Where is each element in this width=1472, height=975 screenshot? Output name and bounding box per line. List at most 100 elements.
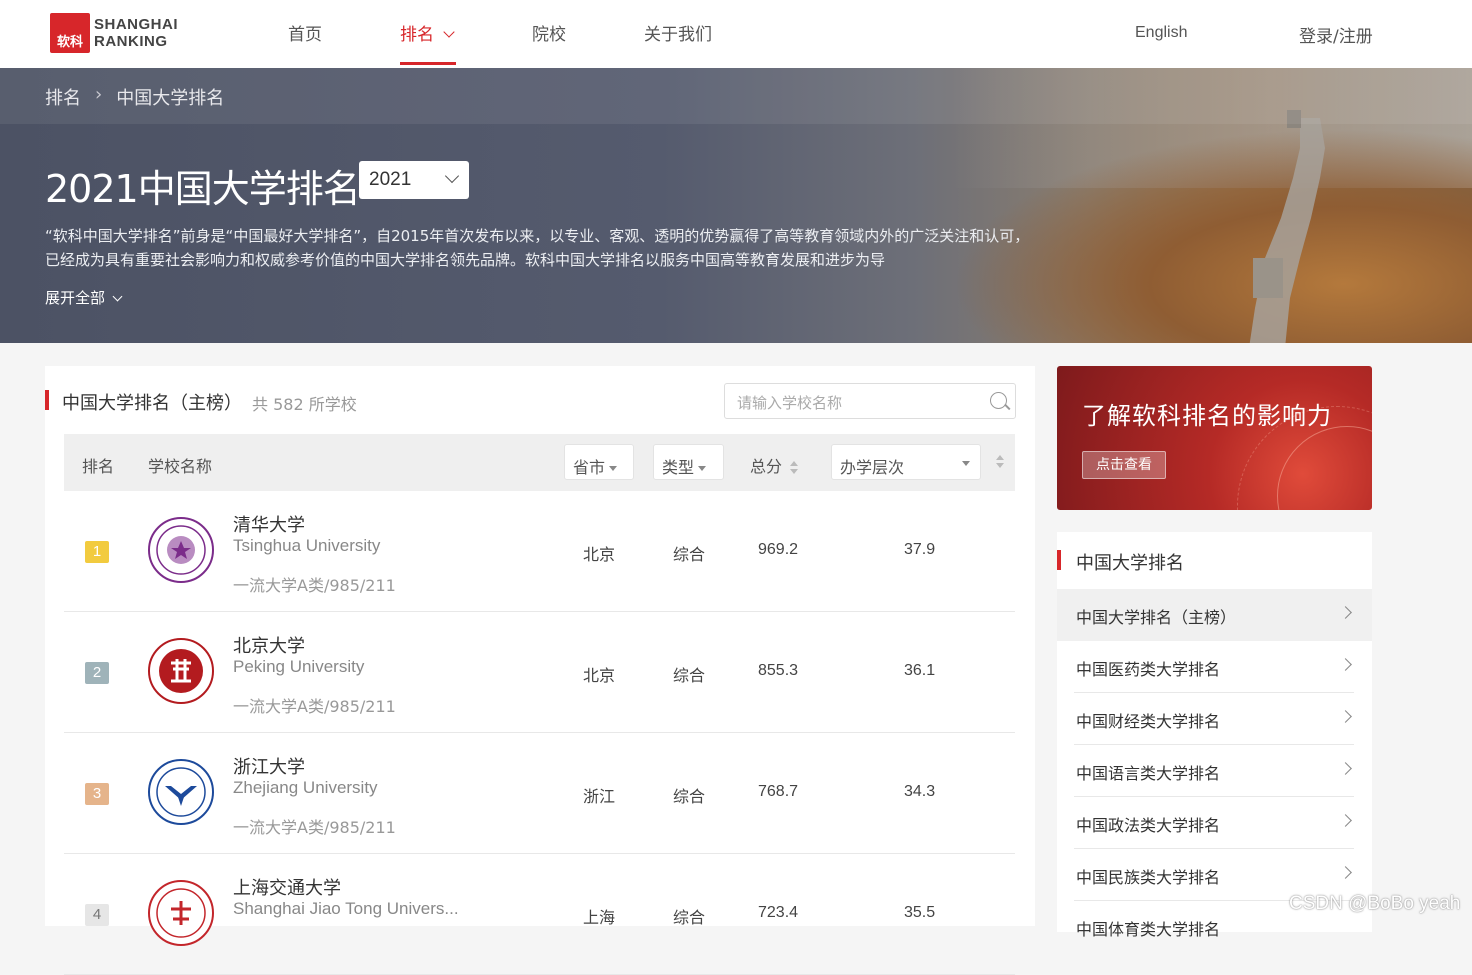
year-select[interactable]: 2021: [359, 161, 469, 199]
login-register-link[interactable]: 登录/注册: [1299, 22, 1373, 47]
rank-badge: 3: [85, 783, 109, 805]
province-filter[interactable]: 省市: [564, 444, 634, 480]
nav-ranking-label: 排名: [400, 25, 434, 45]
csdn-watermark: CSDN @BoBo yeah: [1289, 893, 1461, 914]
nav-about-us[interactable]: 关于我们: [644, 20, 712, 45]
expand-all-label: 展开全部: [45, 289, 106, 307]
type-cell: 综合: [673, 787, 706, 806]
view-details-button[interactable]: 点击查看: [1082, 451, 1166, 479]
chevron-right-icon: [1339, 762, 1352, 775]
breadcrumb-current: 中国大学排名: [116, 88, 225, 109]
score-cell: 855.3: [758, 662, 799, 679]
chevron-right-icon: [1339, 866, 1352, 879]
province-cell: 上海: [583, 908, 616, 927]
ranking-title: 中国大学排名（主榜）: [62, 393, 242, 414]
school-name-cn[interactable]: 北京大学: [233, 632, 305, 658]
nav-universities[interactable]: 院校: [532, 20, 566, 45]
breadcrumb: 排名 › 中国大学排名: [45, 84, 224, 110]
school-name-en[interactable]: Shanghai Jiao Tong Univers...: [233, 899, 459, 919]
school-name-cn[interactable]: 上海交通大学: [233, 874, 341, 900]
ranking-card: 中国大学排名（主榜） 共 582 所学校 请输入学校名称 排名 学校名称 省市 …: [45, 366, 1035, 975]
score-cell: 723.4: [758, 904, 799, 921]
school-tags: 一流大学A类/985/211: [233, 697, 396, 716]
language-switch[interactable]: English: [1135, 24, 1187, 42]
sidebar-item-main-ranking[interactable]: 中国大学排名（主榜）: [1057, 589, 1372, 641]
school-name-en[interactable]: Peking University: [233, 657, 364, 677]
logo-line-2: RANKING: [94, 33, 168, 50]
logo-line-1: SHANGHAI: [94, 16, 179, 33]
section-accent-bar: [1057, 550, 1061, 570]
caret-down-icon: [962, 461, 970, 466]
level-filter-label: 办学层次: [840, 458, 905, 477]
school-search-input[interactable]: 请输入学校名称: [724, 383, 1016, 419]
chevron-right-icon: [1339, 710, 1352, 723]
school-name-cn[interactable]: 浙江大学: [233, 753, 305, 779]
rank-badge: 1: [85, 541, 109, 563]
type-cell: 综合: [673, 666, 706, 685]
school-name-cn[interactable]: 清华大学: [233, 511, 305, 537]
search-placeholder: 请输入学校名称: [737, 394, 843, 412]
sidebar-item-finance[interactable]: 中国财经类大学排名: [1057, 693, 1372, 745]
type-filter-label: 类型: [662, 458, 695, 477]
rank-badge: 4: [85, 904, 109, 926]
table-row[interactable]: 1 清华大学 Tsinghua University 一流大学A类/985/21…: [64, 491, 1015, 612]
breadcrumb-ranking[interactable]: 排名: [45, 84, 81, 110]
score-sort[interactable]: 总分: [750, 453, 799, 477]
level-cell: 34.3: [904, 783, 936, 800]
table-row[interactable]: 2 北京大学 Peking University 一流大学A类/985/211 …: [64, 612, 1015, 733]
table-row[interactable]: 4 上海交通大学 Shanghai Jiao Tong Univers... 上…: [64, 854, 1015, 975]
chevron-right-icon: ›: [95, 84, 103, 105]
level-sort-icon[interactable]: [996, 455, 1004, 469]
chevron-down-icon: [112, 291, 123, 302]
page-banner: 排名 › 中国大学排名 2021中国大学排名 2021 “软科中国大学排名”前身…: [0, 68, 1472, 343]
level-filter[interactable]: 办学层次: [831, 444, 981, 480]
zhejiang-emblem-icon: [148, 759, 214, 825]
great-wall-illustration: [1249, 110, 1325, 343]
sidebar-item-law[interactable]: 中国政法类大学排名: [1057, 797, 1372, 849]
level-cell: 37.9: [904, 541, 936, 558]
school-tags: 一流大学A类/985/211: [233, 818, 396, 837]
chevron-down-icon: [443, 26, 456, 38]
school-tags: 一流大学A类/985/211: [233, 576, 396, 595]
sidebar-item-medical[interactable]: 中国医药类大学排名: [1057, 641, 1372, 693]
sidebar-item-label: 中国语言类大学排名: [1076, 764, 1221, 783]
peking-emblem-icon: [148, 638, 214, 704]
section-accent-bar: [45, 390, 49, 410]
caret-down-icon: [698, 466, 707, 471]
type-filter[interactable]: 类型: [653, 444, 724, 480]
top-navigation: 软科 SHANGHAI RANKING 首页 排名 院校 关于我们 Englis…: [0, 0, 1472, 68]
page-title: 2021中国大学排名: [45, 167, 361, 211]
shanghai-ranking-logo[interactable]: 软科 SHANGHAI RANKING: [50, 13, 178, 53]
logo-text: SHANGHAI RANKING: [94, 16, 178, 50]
sort-icon: [790, 460, 799, 475]
search-icon[interactable]: [990, 392, 1007, 409]
school-name-en[interactable]: Zhejiang University: [233, 778, 378, 798]
chevron-right-icon: [1339, 658, 1352, 671]
rank-badge: 2: [85, 662, 109, 684]
province-filter-label: 省市: [573, 458, 606, 477]
col-school-name: 学校名称: [148, 457, 213, 476]
chevron-right-icon: [1339, 814, 1352, 827]
score-cell: 768.7: [758, 783, 799, 800]
ranking-category-sidebar: 中国大学排名 中国大学排名（主榜） 中国医药类大学排名 中国财经类大学排名 中国…: [1057, 532, 1372, 939]
expand-all-button[interactable]: 展开全部: [45, 287, 123, 308]
table-header: 排名 学校名称 省市 类型 总分 办学层次: [64, 434, 1015, 491]
table-row[interactable]: 3 浙江大学 Zhejiang University 一流大学A类/985/21…: [64, 733, 1015, 854]
sidebar-item-language[interactable]: 中国语言类大学排名: [1057, 745, 1372, 797]
sidebar-item-label: 中国大学排名（主榜）: [1076, 608, 1237, 627]
nav-home[interactable]: 首页: [288, 20, 322, 45]
col-rank: 排名: [82, 457, 115, 476]
school-name-en[interactable]: Tsinghua University: [233, 536, 380, 556]
sidebar-item-label: 中国民族类大学排名: [1076, 868, 1221, 887]
nav-active-underline: [400, 62, 456, 65]
province-cell: 北京: [583, 545, 616, 564]
sidebar-item-label: 中国医药类大学排名: [1076, 660, 1221, 679]
tsinghua-emblem-icon: [148, 517, 214, 583]
level-cell: 35.5: [904, 904, 936, 921]
influence-promo-banner[interactable]: 了解软科排名的影响力 点击查看: [1057, 366, 1372, 510]
score-sort-label: 总分: [750, 457, 783, 476]
level-cell: 36.1: [904, 662, 936, 679]
nav-ranking[interactable]: 排名: [400, 20, 456, 45]
caret-down-icon: [609, 466, 618, 471]
province-cell: 浙江: [583, 787, 616, 806]
